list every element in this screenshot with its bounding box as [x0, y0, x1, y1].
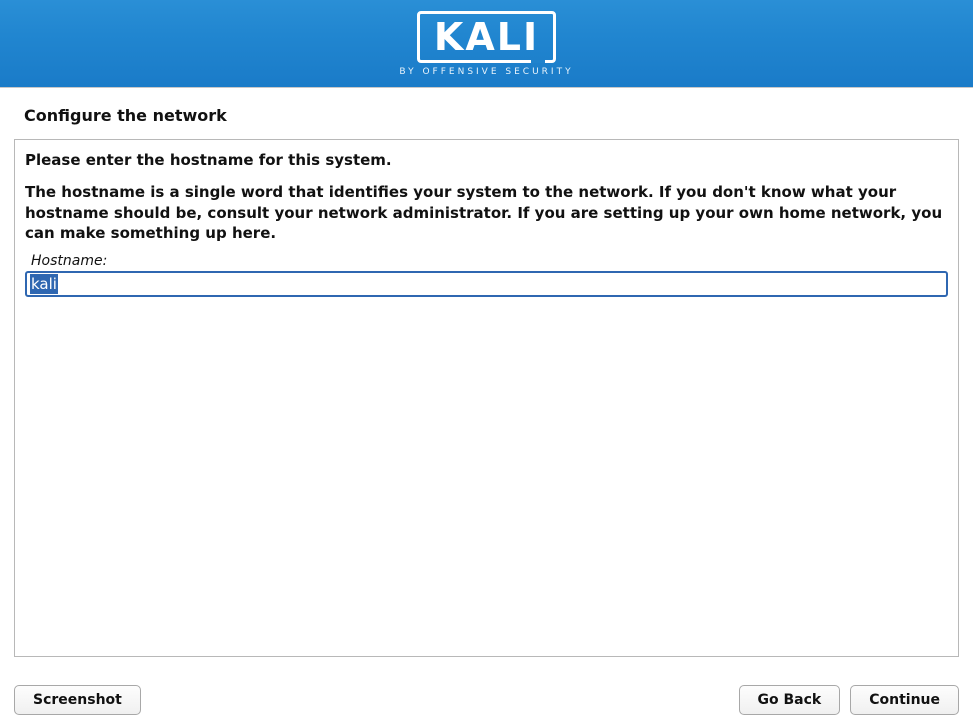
prompt-heading: Please enter the hostname for this syste…	[25, 150, 948, 170]
kali-logo-subtitle: BY OFFENSIVE SECURITY	[399, 67, 573, 77]
screenshot-button[interactable]: Screenshot	[14, 685, 141, 715]
prompt-description: The hostname is a single word that ident…	[25, 182, 948, 243]
button-bar: Screenshot Go Back Continue	[0, 685, 973, 715]
kali-logo: KALI BY OFFENSIVE SECURITY	[399, 11, 573, 77]
go-back-button[interactable]: Go Back	[739, 685, 841, 715]
main-panel: Please enter the hostname for this syste…	[14, 139, 959, 657]
page-title: Configure the network	[0, 88, 973, 125]
hostname-input-wrap: kali	[25, 271, 948, 297]
nav-button-group: Go Back Continue	[739, 685, 960, 715]
header-banner: KALI BY OFFENSIVE SECURITY	[0, 0, 973, 88]
kali-logo-text: KALI	[417, 11, 556, 63]
hostname-input[interactable]	[25, 271, 948, 297]
continue-button[interactable]: Continue	[850, 685, 959, 715]
hostname-label: Hostname:	[31, 253, 948, 269]
